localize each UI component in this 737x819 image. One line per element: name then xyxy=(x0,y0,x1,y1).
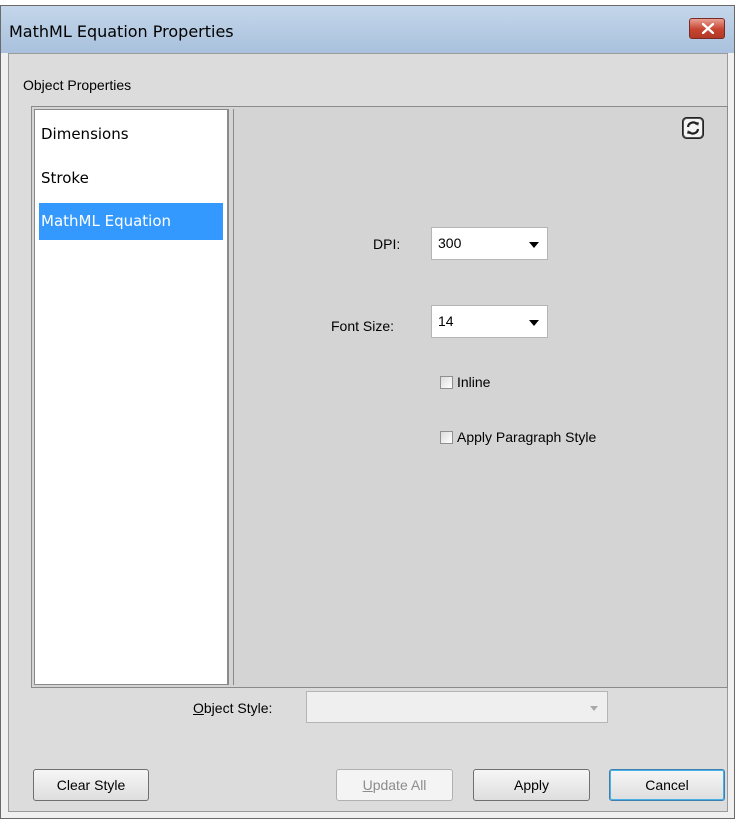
nav-item-label: Stroke xyxy=(41,169,89,187)
access-key: U xyxy=(362,777,373,793)
mathml-settings-panel xyxy=(234,109,725,685)
dpi-select[interactable]: 300 xyxy=(431,227,548,260)
category-list: Dimensions Stroke MathML Equation xyxy=(34,109,228,685)
nav-item-label: Dimensions xyxy=(41,125,129,143)
font-size-label: Font Size: xyxy=(331,318,395,334)
chevron-down-icon xyxy=(590,706,598,711)
apply-button[interactable]: Apply xyxy=(473,769,590,801)
update-all-button[interactable]: Update All xyxy=(336,769,453,801)
inline-label: Inline xyxy=(457,374,491,390)
font-size-value: 14 xyxy=(438,313,454,329)
nav-item-label: MathML Equation xyxy=(41,212,172,230)
font-size-select[interactable]: 14 xyxy=(431,305,548,338)
dpi-label: DPI: xyxy=(373,236,401,252)
object-style-select[interactable] xyxy=(306,691,608,723)
close-button[interactable] xyxy=(689,18,725,39)
section-label: Object Properties xyxy=(23,77,132,93)
clear-style-button[interactable]: Clear Style xyxy=(33,769,149,801)
object-style-label-text: bject Style: xyxy=(203,700,273,716)
chevron-down-icon xyxy=(529,242,539,248)
nav-item-dimensions[interactable]: Dimensions xyxy=(39,116,223,153)
cancel-button[interactable]: Cancel xyxy=(609,769,725,801)
checkbox-box[interactable] xyxy=(440,431,453,444)
refresh-icon xyxy=(682,117,704,139)
close-x-icon xyxy=(702,23,714,34)
access-key: O xyxy=(193,700,204,716)
nav-item-stroke[interactable]: Stroke xyxy=(39,160,223,197)
window-title: MathML Equation Properties xyxy=(9,22,234,41)
object-style-label: Object Style: xyxy=(193,700,272,716)
chevron-down-icon xyxy=(529,320,539,326)
apply-paragraph-style-label: Apply Paragraph Style xyxy=(457,429,597,445)
update-all-label: pdate All xyxy=(372,777,427,793)
checkbox-box[interactable] xyxy=(440,376,453,389)
nav-item-mathml-equation[interactable]: MathML Equation xyxy=(39,203,223,240)
dpi-value: 300 xyxy=(438,235,462,251)
title-bar[interactable]: MathML Equation Properties xyxy=(1,6,734,53)
refresh-button[interactable] xyxy=(682,117,704,139)
